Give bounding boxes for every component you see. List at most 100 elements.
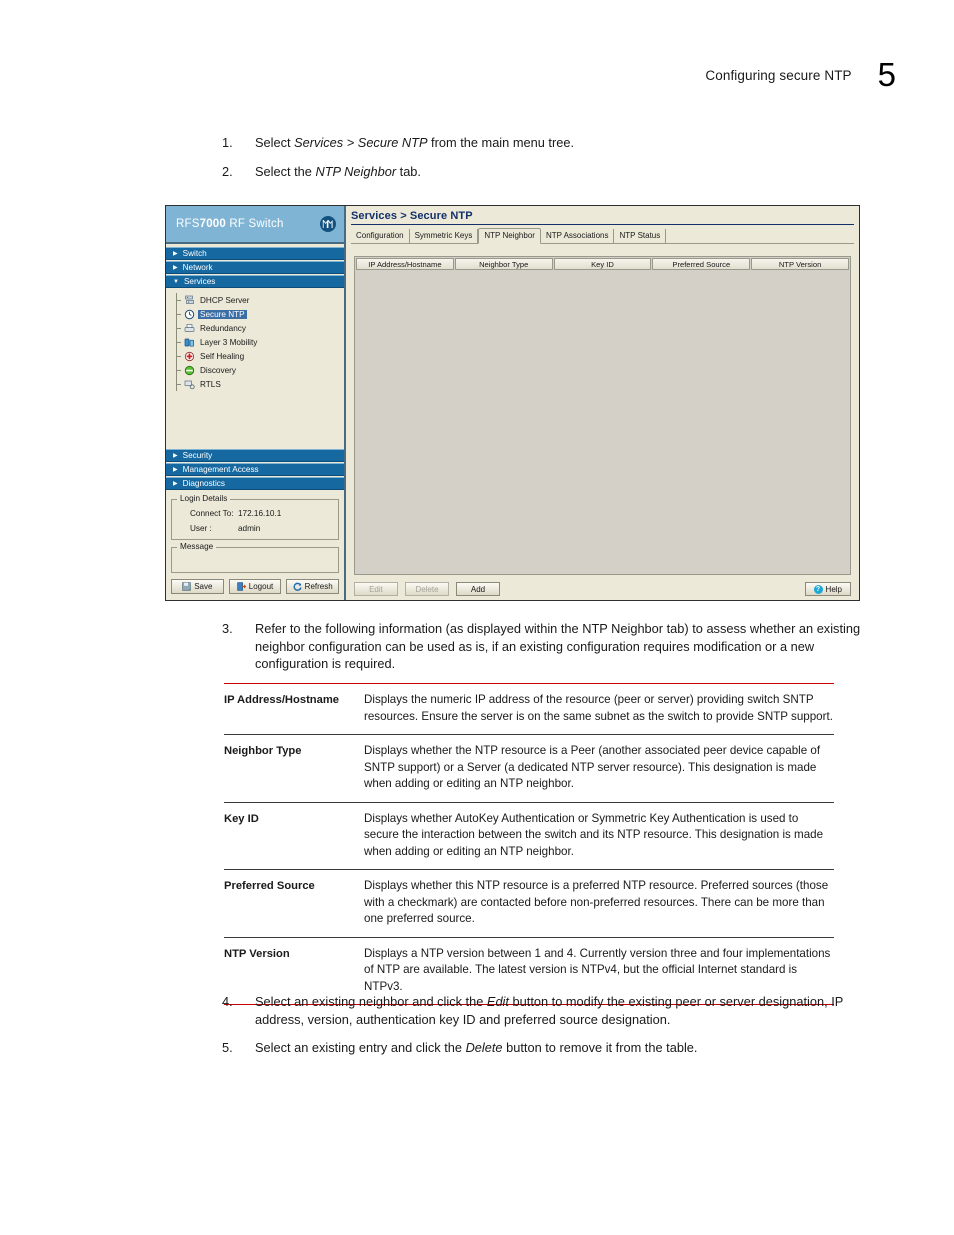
chevron-right-icon: ▶ [173, 250, 178, 257]
user-row: User : admin [178, 524, 332, 533]
logout-button[interactable]: Logout [228, 579, 282, 594]
nav-item-network[interactable]: ▶ Network [166, 261, 344, 274]
tree-item-label: Secure NTP [198, 309, 247, 319]
field-definitions-table: IP Address/Hostname Displays the numeric … [224, 683, 834, 1005]
step-fragment: tab. [396, 163, 421, 179]
delete-button: Delete [405, 582, 449, 596]
chevron-down-icon: ▼ [173, 278, 179, 285]
login-details-legend: Login Details [177, 494, 231, 503]
nav-item-label: Switch [182, 249, 207, 258]
nav-item-management-access[interactable]: ▶ Management Access [166, 463, 344, 476]
nav-item-label: Management Access [182, 465, 259, 474]
refresh-icon [293, 582, 302, 591]
column-header[interactable]: IP Address/Hostname [356, 258, 454, 270]
user-value: admin [238, 524, 261, 533]
column-header[interactable]: Key ID [553, 258, 652, 270]
step-emphasis: NTP Neighbor [315, 163, 397, 179]
chevron-right-icon: ▶ [173, 264, 178, 271]
tab-ntp-neighbor[interactable]: NTP Neighbor [478, 228, 541, 244]
steps-list-bottom: 4. Select an existing neighbor and click … [222, 993, 870, 1068]
nav-item-label: Diagnostics [182, 479, 225, 488]
application-screenshot: RFS7000 RF Switch ▶ Switch ▶ Network ▼ Servic… [165, 205, 860, 601]
definition-row: Neighbor Type Displays whether the NTP re… [224, 735, 834, 803]
tree-item-label: Self Healing [200, 351, 245, 361]
tab-ntp-associations[interactable]: NTP Associations [541, 229, 615, 243]
nav-group-top: ▶ Switch ▶ Network ▼ Services [166, 244, 344, 289]
step-item: 5. Select an existing entry and click the… [222, 1039, 870, 1057]
connect-to-value: 172.16.10.1 [238, 509, 282, 518]
column-header[interactable]: Neighbor Type [454, 258, 553, 270]
tree-item-discovery[interactable]: Discovery [176, 363, 344, 377]
tab-ntp-status[interactable]: NTP Status [614, 229, 667, 243]
tree-item-self-healing[interactable]: Self Healing [176, 349, 344, 363]
step-text: Select Services > Secure NTP from the ma… [255, 134, 862, 152]
step-emphasis: Edit [486, 994, 509, 1009]
health-icon [184, 351, 195, 362]
page-title: Configuring secure NTP [705, 68, 852, 83]
step-text: Refer to the following information (as d… [255, 621, 861, 671]
tree-item-layer-3-mobility[interactable]: Layer 3 Mobility [176, 335, 344, 349]
definition-term: IP Address/Hostname [224, 694, 340, 706]
refresh-button[interactable]: Refresh [286, 579, 340, 594]
message-legend: Message [177, 542, 217, 551]
definition-row: IP Address/Hostname Displays the numeric … [224, 684, 834, 735]
nav-item-diagnostics[interactable]: ▶ Diagnostics [166, 477, 344, 490]
definition-description: Displays whether AutoKey Authentication … [364, 811, 824, 858]
tab-symmetric-keys[interactable]: Symmetric Keys [410, 229, 479, 243]
panel-action-row: Edit Delete Add ? Help [351, 582, 854, 596]
table-body-empty [355, 271, 850, 574]
definition-term: NTP Version [224, 947, 290, 960]
brand-header: RFS7000 RF Switch [166, 206, 344, 244]
definition-term: Key ID [224, 812, 259, 825]
nav-item-label: Network [182, 263, 213, 272]
column-header[interactable]: NTP Version [751, 258, 849, 270]
server-icon [184, 295, 195, 306]
tree-item-label: DHCP Server [200, 295, 250, 305]
definition-term: Preferred Source [224, 880, 315, 892]
tree-item-secure-ntp[interactable]: Secure NTP [176, 307, 344, 321]
tree-item-dhcp-server[interactable]: DHCP Server [176, 293, 344, 307]
login-details-box: Login Details Connect To: 172.16.10.1 Us… [171, 494, 339, 540]
add-button[interactable]: Add [456, 582, 500, 596]
tab-configuration[interactable]: Configuration [351, 229, 410, 243]
save-icon [182, 582, 191, 591]
button-label: Logout [248, 582, 274, 591]
step-number: 1. [222, 135, 233, 150]
clock-icon [184, 309, 195, 320]
nav-item-security[interactable]: ▶ Security [166, 449, 344, 462]
nav-group-bottom: ▶ Security ▶ Management Access ▶ Diagnostics [166, 446, 344, 495]
button-label: Save [194, 582, 213, 591]
step-text: Select an existing entry and click the D… [255, 1039, 870, 1057]
app-main-panel: Services > Secure NTP Configuration Symme… [346, 206, 859, 600]
button-label: Refresh [304, 582, 333, 591]
page-header: Configuring secure NTP 5 [705, 52, 896, 91]
step-number: 3. [222, 621, 233, 636]
rtls-icon [184, 379, 195, 390]
column-header[interactable]: Preferred Source [652, 258, 751, 270]
printer-icon [184, 323, 195, 334]
nav-item-switch[interactable]: ▶ Switch [166, 247, 344, 260]
chapter-number: 5 [877, 56, 896, 93]
chevron-right-icon: ▶ [173, 452, 178, 459]
sidebar-button-row: Save Logout Refresh [166, 573, 344, 600]
services-tree: DHCP Server Secure NTP Redundancy Layer 3 M… [166, 289, 344, 391]
step-fragment: Select an existing entry and click the [255, 1040, 466, 1055]
definition-description: Displays a NTP version between 1 and 4. … [364, 946, 831, 993]
chevron-right-icon: ▶ [173, 466, 178, 473]
steps-list-top: 1. Select Services > Secure NTP from the … [222, 134, 862, 191]
edit-button: Edit [354, 582, 398, 596]
step-emphasis: Services > Secure NTP [294, 135, 428, 150]
step-number: 4. [222, 994, 233, 1009]
step-item: 2. Select the NTP Neighbor tab. [222, 163, 862, 181]
step-fragment: Select [255, 135, 295, 150]
help-button[interactable]: ? Help [804, 582, 851, 596]
tree-item-redundancy[interactable]: Redundancy [176, 321, 344, 335]
ntp-neighbor-table: IP Address/Hostname Neighbor Type Key ID Pr… [354, 256, 851, 575]
tree-item-label: Layer 3 Mobility [200, 337, 258, 347]
brand-prefix: RFS [176, 218, 200, 230]
save-button[interactable]: Save [171, 579, 224, 594]
tree-item-rtls[interactable]: RTLS [176, 377, 344, 391]
tab-strip: Configuration Symmetric Keys NTP Neighbor N… [351, 228, 854, 244]
nav-item-services[interactable]: ▼ Services [166, 275, 344, 288]
